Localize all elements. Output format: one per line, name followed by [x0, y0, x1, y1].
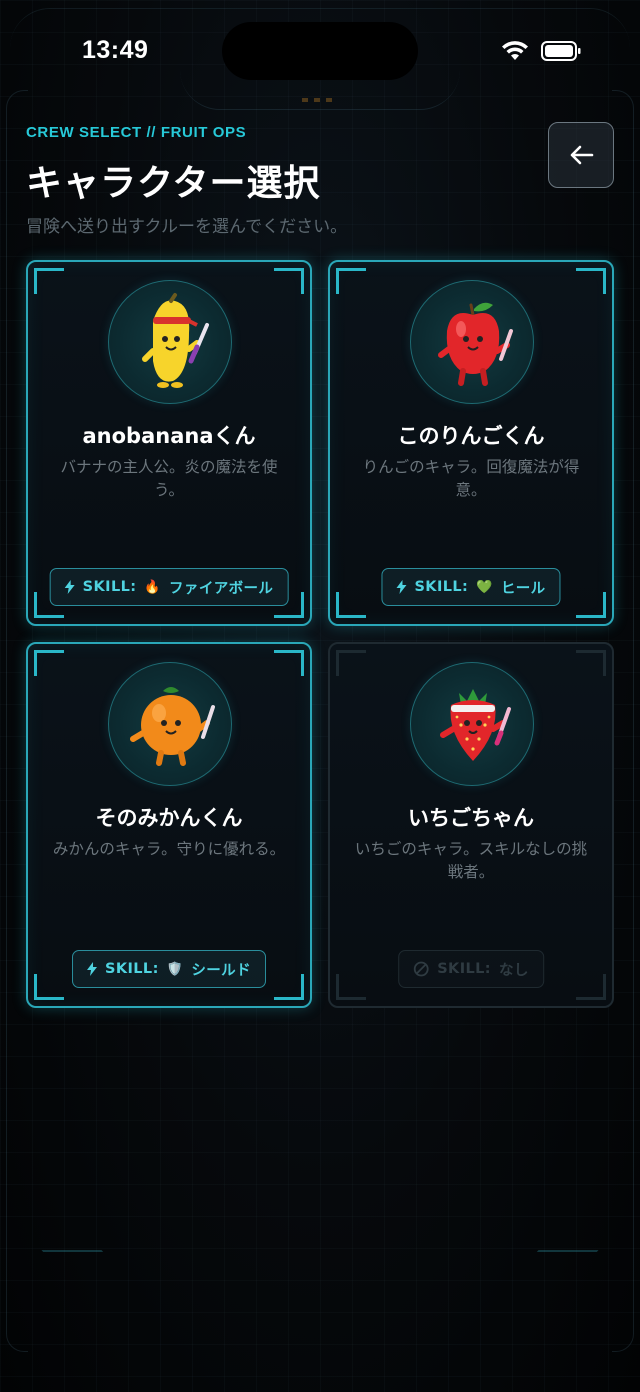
dynamic-island: [222, 22, 418, 80]
back-button[interactable]: [548, 122, 614, 188]
skill-name: ヒール: [500, 580, 546, 597]
character-card-orange[interactable]: そのみかんくん みかんのキャラ。守りに優れる。 SKILL: 🛡️ シールド: [26, 642, 312, 1008]
card-corner-bracket: [576, 974, 606, 1000]
banana-character-icon: [142, 293, 209, 388]
fire-icon: 🔥: [144, 579, 162, 595]
card-corner-bracket: [336, 974, 366, 1000]
shield-icon: 🛡️: [166, 961, 184, 977]
banana-character-avatar: [108, 280, 232, 404]
strawberry-character-avatar: [410, 662, 534, 786]
character-description: りんごのキャラ。回復魔法が得意。: [362, 458, 580, 499]
character-card-strawberry[interactable]: いちごちゃん いちごのキャラ。スキルなしの挑戦者。 SKILL: なし: [328, 642, 614, 1008]
card-corner-bracket: [576, 592, 606, 618]
lightning-icon: [64, 580, 75, 594]
skill-label: SKILL:: [414, 579, 469, 595]
lightning-icon: [87, 962, 98, 976]
green-heart-icon: 💚: [476, 579, 493, 595]
section-tag: CREW SELECT // FRUIT OPS: [26, 124, 247, 141]
status-bar: 13:49: [0, 0, 640, 104]
status-time: 13:49: [82, 36, 149, 64]
card-corner-bracket: [336, 650, 366, 676]
skill-badge: SKILL: 💚 ヒール: [381, 568, 561, 606]
wifi-icon: [502, 41, 528, 60]
frame-right-rail: [612, 90, 634, 1352]
lightning-icon: [396, 580, 407, 594]
character-card-banana[interactable]: anobananaくん バナナの主人公。炎の魔法を使う。 SKILL: 🔥 ファ…: [26, 260, 312, 626]
skill-label: SKILL:: [82, 579, 137, 595]
character-card-apple[interactable]: このりんごくん りんごのキャラ。回復魔法が得意。 SKILL: 💚 ヒール: [328, 260, 614, 626]
character-name: このりんごくん: [397, 424, 545, 448]
card-corner-bracket: [576, 268, 606, 294]
skill-label: SKILL:: [105, 961, 159, 977]
card-corner-bracket: [34, 650, 64, 676]
page-title: キャラクター選択: [26, 163, 321, 204]
card-corner-bracket: [336, 268, 366, 294]
character-description: みかんのキャラ。守りに優れる。: [52, 840, 286, 858]
apple-character-icon: [438, 302, 513, 386]
card-corner-bracket: [34, 974, 64, 1000]
character-name: そのみかんくん: [95, 806, 243, 830]
skill-badge: SKILL: 🛡️ シールド: [72, 950, 266, 988]
orange-character-icon: [130, 687, 215, 766]
character-name: いちごちゃん: [408, 806, 534, 830]
card-corner-bracket: [336, 592, 366, 618]
frame-left-rail: [6, 90, 28, 1352]
skill-badge: SKILL: 🔥 ファイアボール: [49, 568, 289, 606]
card-corner-bracket: [274, 650, 304, 676]
character-description: いちごのキャラ。スキルなしの挑戦者。: [354, 840, 588, 881]
page-description: 冒険へ送り出すクルーを選んでください。: [26, 217, 348, 237]
skill-badge: SKILL: なし: [398, 950, 544, 988]
strawberry-character-icon: [440, 689, 511, 761]
no-entry-icon: [413, 961, 429, 977]
character-description: バナナの主人公。炎の魔法を使う。: [60, 458, 278, 499]
apple-character-avatar: [410, 280, 534, 404]
skill-name: ファイアボール: [169, 580, 274, 597]
skill-name: なし: [498, 962, 529, 979]
skill-label: SKILL:: [437, 961, 491, 977]
card-corner-bracket: [274, 974, 304, 1000]
arrow-left-icon: [570, 145, 594, 165]
card-corner-bracket: [34, 268, 64, 294]
card-corner-bracket: [576, 650, 606, 676]
character-name: anobananaくん: [82, 424, 256, 448]
battery-icon: [541, 41, 581, 61]
orange-character-avatar: [108, 662, 232, 786]
card-corner-bracket: [274, 268, 304, 294]
skill-name: シールド: [191, 962, 251, 979]
